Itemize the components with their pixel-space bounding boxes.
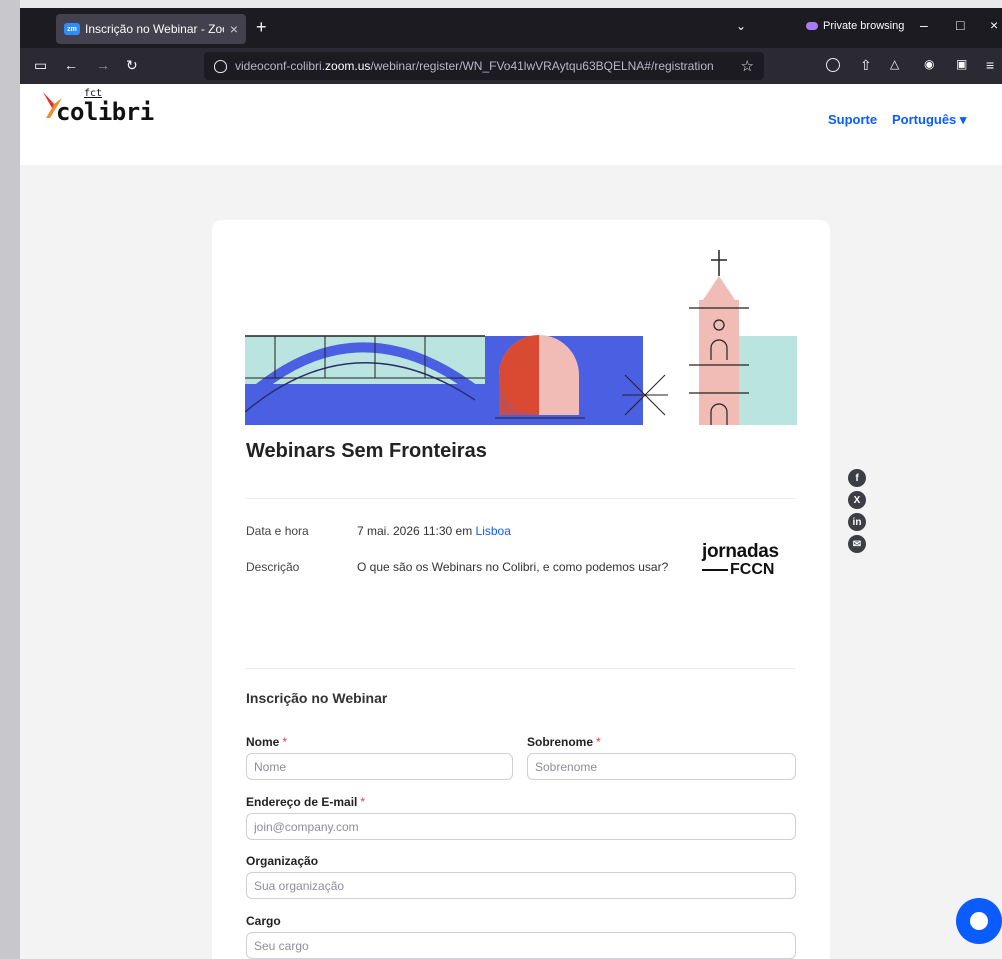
sidebar-icon[interactable]: ▭ xyxy=(34,57,47,74)
menu-icon[interactable]: ≡ xyxy=(986,57,994,73)
date-value: 7 mai. 2026 11:30 em Lisboa xyxy=(357,524,511,538)
share-page-icon[interactable]: ⇧ xyxy=(860,57,872,74)
minimize-icon[interactable]: – xyxy=(920,17,928,33)
site-header: fct colibri Suporte Português ▾ xyxy=(20,84,1002,165)
form-section-title: Inscrição no Webinar xyxy=(246,690,388,706)
linkedin-icon[interactable]: in xyxy=(848,513,866,531)
close-tab-icon[interactable]: × xyxy=(230,21,238,37)
webinar-banner-image xyxy=(245,250,797,425)
email-label: Endereço de E-mail * xyxy=(246,795,366,809)
lock-extension-icon[interactable]: ▣ xyxy=(956,57,967,71)
facebook-icon[interactable]: f xyxy=(848,469,866,487)
last-name-label: Sobrenome * xyxy=(527,735,601,749)
star-icon[interactable]: ☆ xyxy=(741,57,754,75)
registration-card: Webinars Sem Fronteiras Data e hora 7 ma… xyxy=(212,220,830,959)
role-label: Cargo xyxy=(246,914,281,928)
private-browsing-indicator: Private browsing xyxy=(806,20,904,32)
organization-input[interactable] xyxy=(246,872,796,899)
nav-bar: ▭ ← → ↻ videoconf-colibri.zoom.us/webina… xyxy=(20,48,1002,84)
tab-active[interactable]: zm Inscrição no Webinar - Zoom × xyxy=(56,14,246,44)
x-icon[interactable]: X xyxy=(848,491,866,509)
new-tab-button[interactable]: + xyxy=(256,17,267,38)
url-bar[interactable]: videoconf-colibri.zoom.us/webinar/regist… xyxy=(204,52,764,80)
email-icon[interactable]: ✉ xyxy=(848,535,866,553)
zoom-favicon-icon: zm xyxy=(64,23,80,35)
timezone-link[interactable]: Lisboa xyxy=(476,524,511,538)
desktop-edge xyxy=(0,0,20,959)
logo-text[interactable]: colibri xyxy=(56,98,154,126)
tab-bar: zm Inscrição no Webinar - Zoom × + ⌄ Pri… xyxy=(20,8,1002,48)
extension-icon[interactable]: △ xyxy=(890,57,899,71)
first-name-input[interactable] xyxy=(246,753,513,780)
organization-label: Organização xyxy=(246,854,319,868)
tab-title: Inscrição no Webinar - Zoom xyxy=(85,22,224,36)
close-window-icon[interactable]: × xyxy=(990,17,998,33)
shield-icon[interactable] xyxy=(214,59,227,73)
language-selector[interactable]: Português ▾ xyxy=(892,112,966,128)
chat-icon xyxy=(970,912,988,930)
reload-icon[interactable]: ↻ xyxy=(126,57,138,74)
account-icon[interactable] xyxy=(826,58,840,72)
first-name-label: Nome * xyxy=(246,735,288,749)
browser-window: zm Inscrição no Webinar - Zoom × + ⌄ Pri… xyxy=(20,8,1002,959)
maximize-icon[interactable]: □ xyxy=(956,17,964,33)
private-mask-icon xyxy=(806,22,818,30)
chat-button[interactable] xyxy=(956,898,1002,944)
jornadas-fccn-logo: jornadas FCCN xyxy=(702,541,779,578)
back-icon[interactable]: ← xyxy=(64,57,78,73)
url-text[interactable]: videoconf-colibri.zoom.us/webinar/regist… xyxy=(235,59,741,73)
role-input[interactable] xyxy=(246,932,796,959)
chevron-down-icon[interactable]: ⌄ xyxy=(736,19,746,33)
forward-icon[interactable]: → xyxy=(96,57,110,73)
last-name-input[interactable] xyxy=(527,753,796,780)
date-label: Data e hora xyxy=(246,524,309,538)
support-link[interactable]: Suporte xyxy=(828,112,877,127)
shield-extension-icon[interactable]: ◉ xyxy=(924,57,934,71)
webinar-title: Webinars Sem Fronteiras xyxy=(246,440,487,462)
email-input[interactable] xyxy=(246,813,796,840)
divider xyxy=(246,668,796,669)
description-label: Descrição xyxy=(246,560,300,574)
divider xyxy=(246,498,796,499)
description-value: O que são os Webinars no Colibri, e como… xyxy=(357,560,669,574)
private-label: Private browsing xyxy=(823,20,905,32)
